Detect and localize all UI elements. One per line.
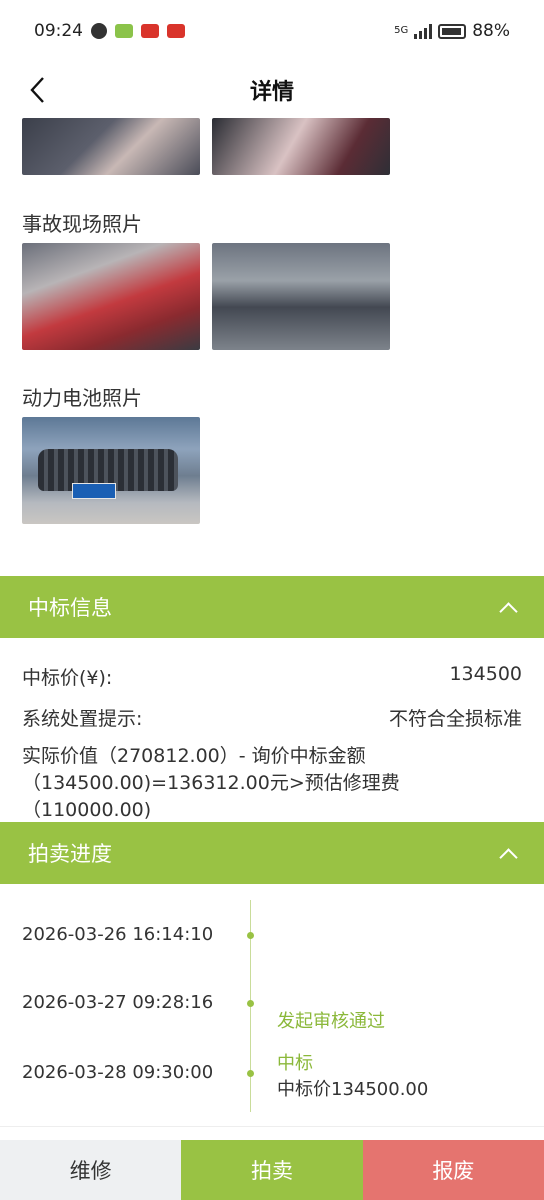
photo-thumbnail[interactable]	[22, 118, 200, 175]
timeline-date: 2026-03-27 09:28:16	[22, 992, 214, 1013]
timeline-dot	[247, 1070, 254, 1077]
timeline-date: 2026-03-26 16:14:10	[22, 924, 214, 945]
system-hint-row: 系统处置提示: 不符合全损标准	[22, 704, 522, 731]
page-title: 详情	[249, 80, 294, 105]
bid-price-row: 中标价(¥): 134500	[22, 663, 522, 690]
status-bar: 09:24 5G 88%	[0, 0, 544, 62]
accident-photos-label: 事故现场照片	[22, 212, 142, 236]
auction-progress-header[interactable]: 拍卖进度	[0, 822, 544, 884]
timeline-dot	[247, 1000, 254, 1007]
bid-info-title: 中标信息	[28, 596, 112, 620]
valuation-note-line: 实际价值（270812.00）- 询价中标金额	[22, 745, 366, 767]
chevron-up-icon	[500, 845, 516, 861]
photo-thumbnail[interactable]	[212, 118, 390, 175]
bid-info-header[interactable]: 中标信息	[0, 576, 544, 638]
divider	[0, 1126, 544, 1127]
auction-button[interactable]: 拍卖	[181, 1140, 363, 1200]
back-button[interactable]	[18, 70, 58, 110]
battery-icon	[438, 23, 467, 39]
repair-button[interactable]: 维修	[0, 1140, 182, 1200]
valuation-note-line: （134500.00)=136312.00元>预估修理费（110000.00)	[22, 772, 400, 821]
auction-progress-title: 拍卖进度	[28, 842, 112, 866]
battery-level: 88%	[472, 21, 510, 41]
license-plate	[72, 483, 116, 499]
system-hint-label: 系统处置提示:	[22, 708, 143, 730]
photo-thumbnail[interactable]	[22, 417, 200, 524]
timeline-detail: 中标价134500.00	[277, 1079, 429, 1100]
battery-photos-label: 动力电池照片	[22, 386, 142, 410]
system-hint-value: 不符合全损标准	[388, 708, 522, 730]
app-notification-icon	[167, 24, 185, 38]
chevron-up-icon	[500, 599, 516, 615]
timeline-date: 2026-03-28 09:30:00	[22, 1062, 214, 1083]
action-bar: 维修 拍卖 报废	[0, 1140, 544, 1200]
timeline-status: 中标	[277, 1053, 313, 1074]
nav-bar: 详情	[0, 62, 544, 118]
signal-icon	[414, 23, 433, 39]
bid-price-value: 134500	[449, 663, 522, 685]
battery-photo-row	[0, 417, 200, 524]
bid-price-label: 中标价(¥):	[22, 667, 113, 689]
photo-thumbnail[interactable]	[212, 243, 390, 350]
notification-icon	[91, 23, 107, 39]
scrap-button[interactable]: 报废	[362, 1140, 544, 1200]
timeline-dot	[247, 932, 254, 939]
network-type: 5G	[394, 25, 409, 36]
photo-thumbnail[interactable]	[22, 243, 200, 350]
timeline-status: 发起审核通过	[277, 1011, 385, 1032]
app-notification-icon	[141, 24, 159, 38]
valuation-note: 实际价值（270812.00）- 询价中标金额 （134500.00)=1363…	[22, 743, 526, 824]
app-notification-icon	[115, 24, 133, 38]
photo-row-top	[0, 118, 390, 175]
accident-photo-row	[0, 243, 390, 350]
status-time: 09:24	[34, 21, 83, 41]
back-arrow-icon	[30, 77, 44, 103]
